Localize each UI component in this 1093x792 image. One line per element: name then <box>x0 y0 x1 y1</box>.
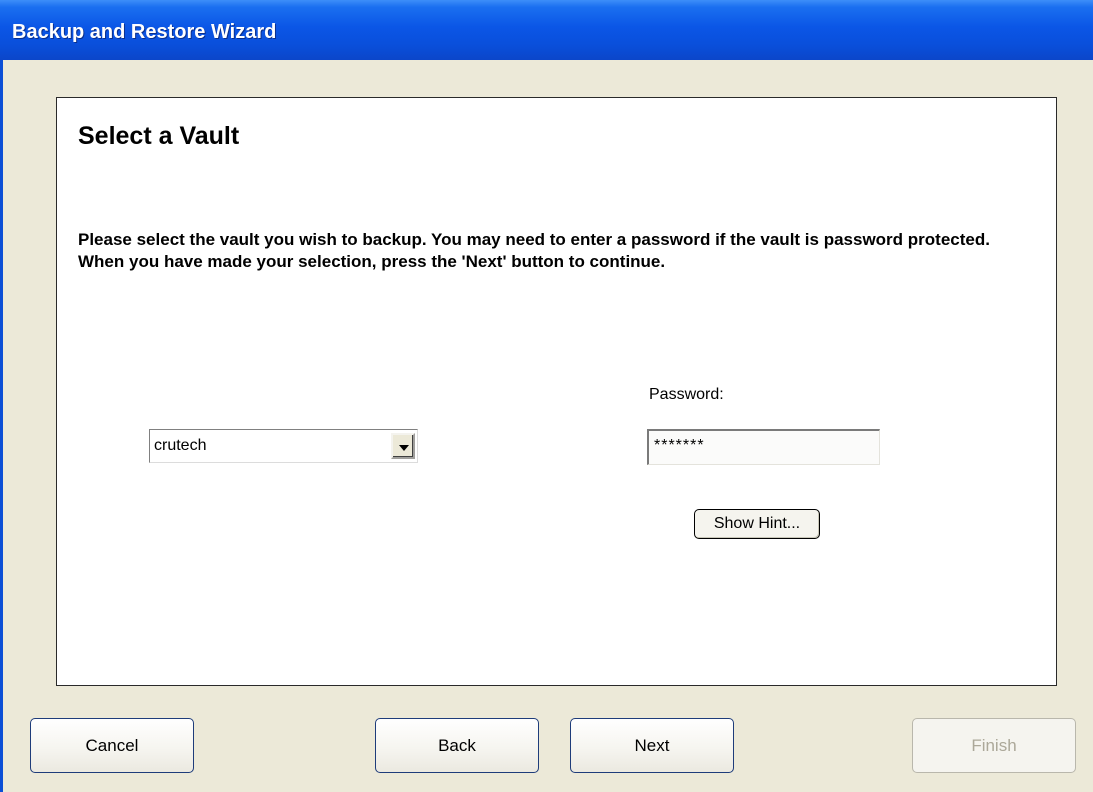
title-bar[interactable]: Backup and Restore Wizard <box>0 0 1093 60</box>
instructions-text: Please select the vault you wish to back… <box>78 230 990 271</box>
chevron-down-icon <box>399 445 409 451</box>
vault-select-value: crutech <box>154 437 207 454</box>
password-field[interactable]: ******* <box>647 429 880 465</box>
vault-dropdown-button[interactable] <box>391 433 415 459</box>
wizard-window: Backup and Restore Wizard Select a Vault… <box>0 0 1093 792</box>
finish-button: Finish <box>912 718 1076 773</box>
show-hint-button[interactable]: Show Hint... <box>694 509 820 539</box>
content-panel: Select a Vault Please select the vault y… <box>56 97 1057 686</box>
password-label: Password: <box>649 386 724 403</box>
back-button[interactable]: Back <box>375 718 539 773</box>
window-title: Backup and Restore Wizard <box>12 21 277 43</box>
cancel-button[interactable]: Cancel <box>30 718 194 773</box>
vault-select[interactable]: crutech <box>149 429 418 463</box>
password-value: ******* <box>654 437 705 454</box>
next-button[interactable]: Next <box>570 718 734 773</box>
page-title: Select a Vault <box>78 122 240 150</box>
